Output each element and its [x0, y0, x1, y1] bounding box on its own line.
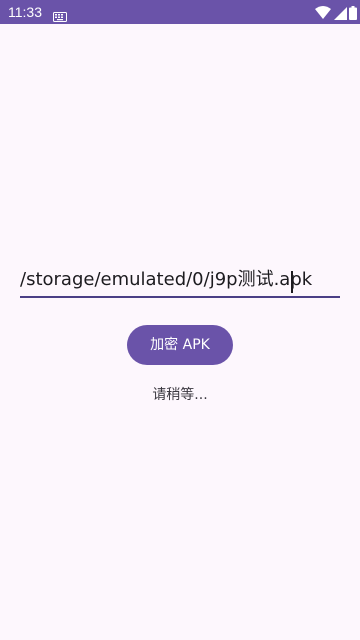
wifi-icon: [315, 5, 331, 19]
text-caret: [291, 271, 293, 293]
signal-icon: [334, 5, 347, 20]
battery-icon: [349, 5, 357, 20]
status-message: 请稍等...: [152, 387, 208, 403]
status-time: 11:33: [8, 4, 42, 20]
keyboard-icon: [53, 7, 67, 22]
status-bar: 11:33: [0, 0, 360, 24]
encrypt-apk-button[interactable]: 加密 APK: [127, 325, 233, 365]
path-input-container: [20, 264, 340, 298]
